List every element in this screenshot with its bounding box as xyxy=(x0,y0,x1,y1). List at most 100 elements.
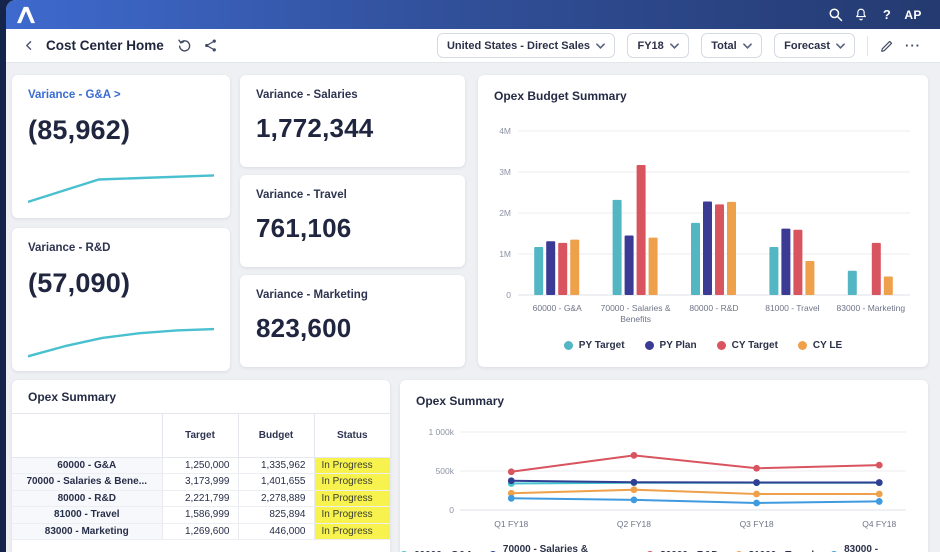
kpi-title: Variance - Travel xyxy=(256,189,347,201)
table-row: 60000 - G&A 1,250,000 1,335,962 In Progr… xyxy=(12,457,390,474)
chevron-down-icon xyxy=(836,42,845,49)
kpi-card-variance-gna: Variance - G&A > (85,962) xyxy=(12,75,230,218)
svg-text:Benefits: Benefits xyxy=(620,314,651,324)
target-cell[interactable]: 2,221,799 xyxy=(162,490,239,507)
filter-dropdown[interactable]: Total xyxy=(701,33,762,58)
svg-text:4M: 4M xyxy=(499,126,511,136)
legend-label: CY Target xyxy=(731,340,778,351)
dashboard-content: Variance - G&A > (85,962) Variance - R&D… xyxy=(6,63,940,552)
share-icon[interactable] xyxy=(200,35,222,57)
legend-dot-icon xyxy=(797,341,807,350)
svg-text:60000 - G&A: 60000 - G&A xyxy=(533,303,582,313)
opex-budget-bar-chart[interactable]: 4M 3M 2M 1M 0 60000 - G&A 70000 - Salaries & Be… xyxy=(488,115,916,329)
row-label-cell[interactable]: 80000 - R&D xyxy=(12,490,163,507)
svg-text:80000 - R&D: 80000 - R&D xyxy=(689,303,738,313)
filter-pills: United States - Direct Sales FY18 Total … xyxy=(429,33,855,58)
kpi-title: Variance - R&D xyxy=(28,242,111,254)
kpi-value: 823,600 xyxy=(256,313,352,343)
top-nav-bar: ? AP xyxy=(6,0,940,29)
legend-item[interactable]: PY Plan xyxy=(644,340,697,351)
legend-label: 70000 - Salaries & Benefits xyxy=(502,544,588,552)
opex-summary-line-card: Opex Summary 1 000k 500k 0 Q1 FY18 Q2 FY18 Q3… xyxy=(400,380,928,552)
legend-item[interactable]: PY Target xyxy=(563,340,625,351)
table-row: 83000 - Marketing 1,269,600 446,000 In P… xyxy=(12,523,390,540)
legend-item[interactable]: 81000 - Travel xyxy=(734,544,814,552)
budget-cell[interactable]: 1,335,962 xyxy=(238,457,315,474)
svg-text:Q3 FY18: Q3 FY18 xyxy=(740,519,774,529)
search-icon[interactable] xyxy=(822,5,848,25)
legend-item[interactable]: 83000 - Marketing xyxy=(830,544,928,552)
table-row: 70000 - Salaries & Bene... 3,173,999 1,4… xyxy=(12,473,390,491)
chevron-down-icon xyxy=(669,42,679,49)
opex-summary-line-chart[interactable]: 1 000k 500k 0 Q1 FY18 Q2 FY18 Q3 FY18 Q4 FY18 xyxy=(412,410,918,542)
budget-cell[interactable]: 2,278,889 xyxy=(238,490,315,507)
back-chevron-icon[interactable] xyxy=(18,35,40,57)
edit-pencil-icon[interactable] xyxy=(876,35,898,57)
svg-text:0: 0 xyxy=(506,290,511,300)
budget-cell[interactable]: 825,894 xyxy=(238,506,315,524)
kpi-card-variance-travel: Variance - Travel 761,106 xyxy=(240,175,465,267)
table-header-target[interactable]: Target xyxy=(162,414,239,458)
anaplan-logo-icon[interactable] xyxy=(16,5,38,25)
legend-item[interactable]: 80000 - R&D xyxy=(646,544,719,552)
status-cell[interactable]: In Progress xyxy=(314,490,390,507)
legend-dot-icon xyxy=(644,341,654,350)
help-icon[interactable]: ? xyxy=(874,5,900,25)
legend-label: 83000 - Marketing xyxy=(844,544,879,552)
kpi-card-variance-rnd: Variance - R&D (57,090) xyxy=(12,228,230,371)
svg-text:500k: 500k xyxy=(436,466,455,476)
user-avatar[interactable]: AP xyxy=(900,5,926,25)
target-cell[interactable]: 1,586,999 xyxy=(162,506,239,524)
svg-text:2M: 2M xyxy=(499,208,511,218)
svg-text:3M: 3M xyxy=(499,167,511,177)
legend-dot-icon xyxy=(563,341,573,350)
budget-cell[interactable]: 1,401,655 xyxy=(238,473,315,491)
legend-label: CY LE xyxy=(812,340,843,351)
notifications-bell-icon[interactable] xyxy=(848,5,874,25)
svg-text:0: 0 xyxy=(449,505,454,515)
legend-item[interactable]: 60000 - G&A xyxy=(400,544,473,552)
filter-dropdown[interactable]: FY18 xyxy=(627,33,689,58)
status-cell[interactable]: In Progress xyxy=(314,457,390,474)
svg-text:70000 - Salaries &: 70000 - Salaries & xyxy=(601,303,671,313)
line-chart-legend: 60000 - G&A 70000 - Salaries & Benefits 80… xyxy=(400,544,928,552)
kpi-title-link[interactable]: Variance - G&A > xyxy=(12,75,230,101)
budget-cell[interactable]: 446,000 xyxy=(238,523,315,540)
filter-dropdown[interactable]: Forecast xyxy=(774,33,855,58)
table-title: Opex Summary xyxy=(28,390,117,404)
more-menu-icon[interactable]: ··· xyxy=(902,35,924,57)
legend-item[interactable]: 70000 - Salaries & Benefits xyxy=(488,544,630,552)
opex-budget-summary-card: Opex Budget Summary 4M 3M 2M 1M 0 60000 - G&A… xyxy=(478,75,928,367)
legend-item[interactable]: CY LE xyxy=(797,340,843,351)
filter-dropdown[interactable]: United States - Direct Sales xyxy=(436,33,616,58)
opex-summary-table: Target Budget Status 60000 - G&A 1,250,0… xyxy=(12,414,390,540)
chevron-down-icon xyxy=(596,42,605,49)
svg-text:1 000k: 1 000k xyxy=(428,427,454,437)
target-cell[interactable]: 3,173,999 xyxy=(162,473,239,491)
legend-item[interactable]: CY Target xyxy=(716,340,778,351)
kpi-title: Variance - Marketing xyxy=(256,289,368,301)
row-label-cell[interactable]: 60000 - G&A xyxy=(12,457,163,474)
filter-dropdown-label: FY18 xyxy=(637,39,664,52)
target-cell[interactable]: 1,269,600 xyxy=(162,523,239,540)
status-cell[interactable]: In Progress xyxy=(314,506,390,524)
filter-dropdown-label: Total xyxy=(711,39,737,52)
app-window: ? AP Cost Center Home United States - Di… xyxy=(6,0,940,552)
svg-text:Q4 FY18: Q4 FY18 xyxy=(862,519,896,529)
svg-text:Q2 FY18: Q2 FY18 xyxy=(617,519,651,529)
kpi-sparkline xyxy=(26,172,216,206)
kpi-value: (57,090) xyxy=(28,268,131,298)
legend-label: PY Target xyxy=(578,340,625,351)
toolbar-divider xyxy=(867,35,868,56)
bar-chart-legend: PY Target PY Plan CY Target CY LE xyxy=(478,340,928,351)
row-label-cell[interactable]: 83000 - Marketing xyxy=(12,523,163,540)
status-cell[interactable]: In Progress xyxy=(314,523,390,540)
table-header-status[interactable]: Status xyxy=(314,414,390,458)
table-header-budget[interactable]: Budget xyxy=(238,414,315,458)
target-cell[interactable]: 1,250,000 xyxy=(162,457,239,474)
row-label-cell[interactable]: 70000 - Salaries & Bene... xyxy=(12,473,163,491)
kpi-card-variance-marketing: Variance - Marketing 823,600 xyxy=(240,275,465,367)
status-cell[interactable]: In Progress xyxy=(314,473,390,491)
row-label-cell[interactable]: 81000 - Travel xyxy=(12,506,163,524)
refresh-icon[interactable] xyxy=(174,35,196,57)
